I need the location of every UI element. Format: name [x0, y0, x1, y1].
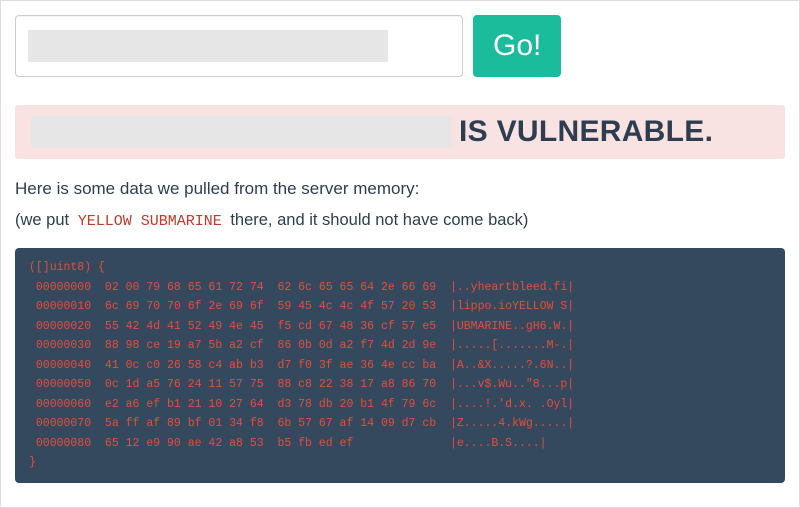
hexdump: ([]uint8) { 00000000 02 00 79 68 65 61 7…	[15, 248, 785, 483]
host-input-redacted	[28, 30, 388, 62]
alert-host-redacted	[31, 116, 451, 148]
subnote-code: YELLOW SUBMARINE	[74, 212, 226, 231]
subnote-suffix: there, and it should not have come back)	[226, 211, 529, 229]
intro-text: Here is some data we pulled from the ser…	[15, 179, 785, 199]
host-input[interactable]	[15, 15, 463, 77]
subnote-prefix: (we put	[15, 211, 74, 229]
subnote: (we put YELLOW SUBMARINE there, and it s…	[15, 211, 785, 230]
go-button[interactable]: Go!	[473, 15, 561, 77]
vulnerable-alert: IS VULNERABLE.	[15, 105, 785, 159]
vulnerable-text: IS VULNERABLE.	[459, 115, 713, 149]
